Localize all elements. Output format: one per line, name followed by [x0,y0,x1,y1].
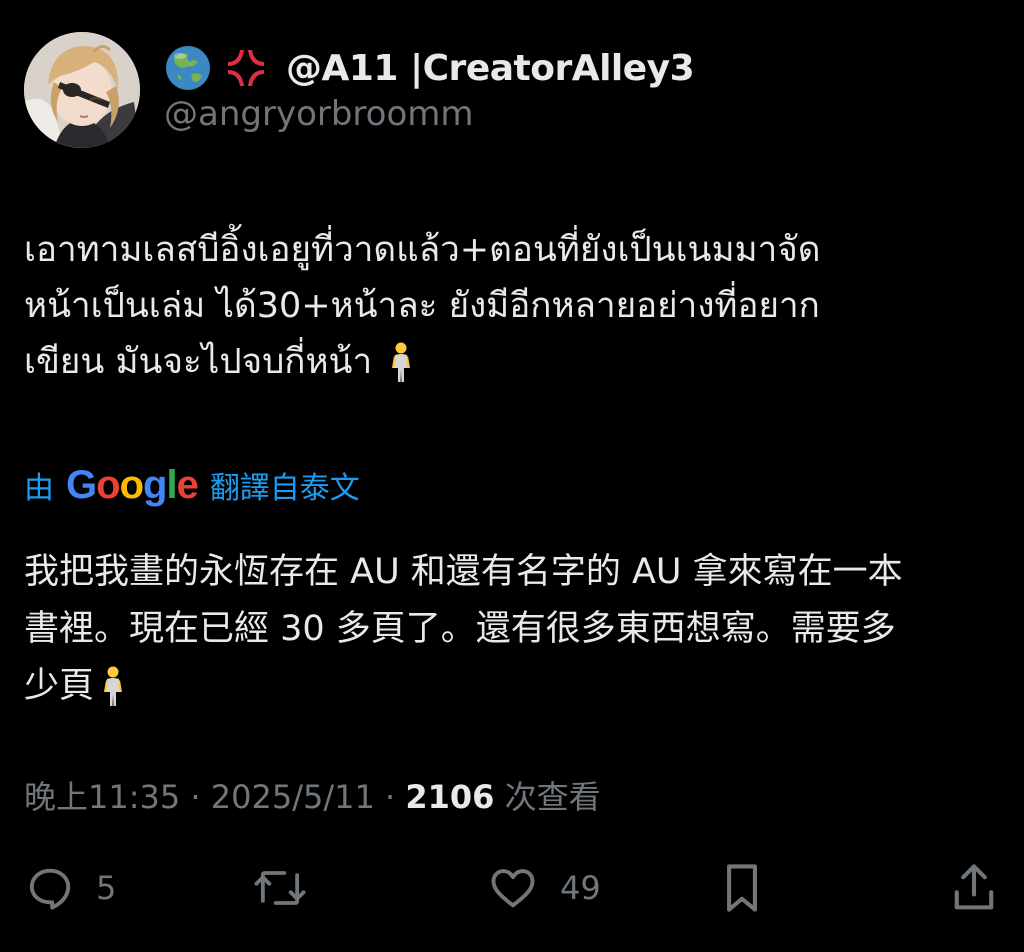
share-button[interactable] [948,856,1000,920]
reply-icon [29,868,71,910]
retweet-button[interactable] [250,856,310,920]
display-name[interactable]: @A11 |CreatorAlley3 [286,48,695,89]
translated-by-google[interactable]: 由 Google 翻譯自泰文 [24,462,360,508]
retweet-icon [254,871,306,905]
bookmark-icon [727,864,757,912]
tweet-time[interactable]: 晚上11:35 [24,778,180,816]
views-label: 次查看 [494,778,601,816]
globe-asia-australia-emoji-icon [166,46,210,90]
anime-character-avatar-icon [24,32,140,148]
separator: · [180,778,211,816]
separator: · [374,778,406,816]
tweet-date[interactable]: 2025/5/11 [211,778,375,816]
user-handle[interactable]: @angryorbroomm [164,94,474,134]
tweet-text: เอาทามเลสบีอิ้งเอยูที่วาดแล้ว+ตอนที่ยังเ… [24,222,994,390]
tweet-text-segment: เขียน มันจะไปจบกี่หน้า [24,342,373,382]
avatar[interactable] [24,32,140,148]
translated-text-line: 書裡。現在已經 30 多頁了。還有很多東西想寫。需要多 [24,609,896,649]
translation-source-label: 翻譯自泰文 [209,471,360,506]
author-name-row: @A11 |CreatorAlley3 [164,42,695,94]
google-logo: Google [66,462,199,507]
reply-count: 5 [96,869,117,907]
translated-text-line: 少頁 [24,658,999,715]
like-button[interactable]: 49 [486,856,601,920]
translation-prefix: 由 [24,471,54,506]
share-icon [954,864,994,910]
translated-text-line: 我把我畫的永恆存在 AU 和還有名字的 AU 拿來寫在一本 [24,552,903,592]
heart-icon [491,869,535,908]
tweet-text-line: เอาทามเลสบีอิ้งเอยูที่วาดแล้ว+ตอนที่ยังเ… [24,230,821,270]
person-standing-emoji-icon [104,666,123,706]
anger-symbol-emoji-icon [228,50,264,86]
tweet-text-line: หน้าเป็นเล่ม ได้30+หน้าละ ยังมีอีกหลายอย… [24,286,820,326]
reply-button[interactable]: 5 [24,856,116,920]
like-count: 49 [560,869,601,907]
bookmark-button[interactable] [716,856,768,920]
tweet-card: @A11 |CreatorAlley3 @angryorbroomm เอาทา… [0,0,1024,952]
tweet-meta: 晚上11:35 · 2025/5/11 · 2106 次查看 [24,772,601,818]
translated-text-segment: 少頁 [24,666,95,706]
action-bar: 5 49 [0,856,1024,920]
views-count[interactable]: 2106 [405,778,494,816]
translated-text: 我把我畫的永恆存在 AU 和還有名字的 AU 拿來寫在一本 書裡。現在已經 30… [24,544,999,715]
person-standing-emoji-icon [392,342,411,382]
tweet-text-line: เขียน มันจะไปจบกี่หน้า [24,334,994,390]
